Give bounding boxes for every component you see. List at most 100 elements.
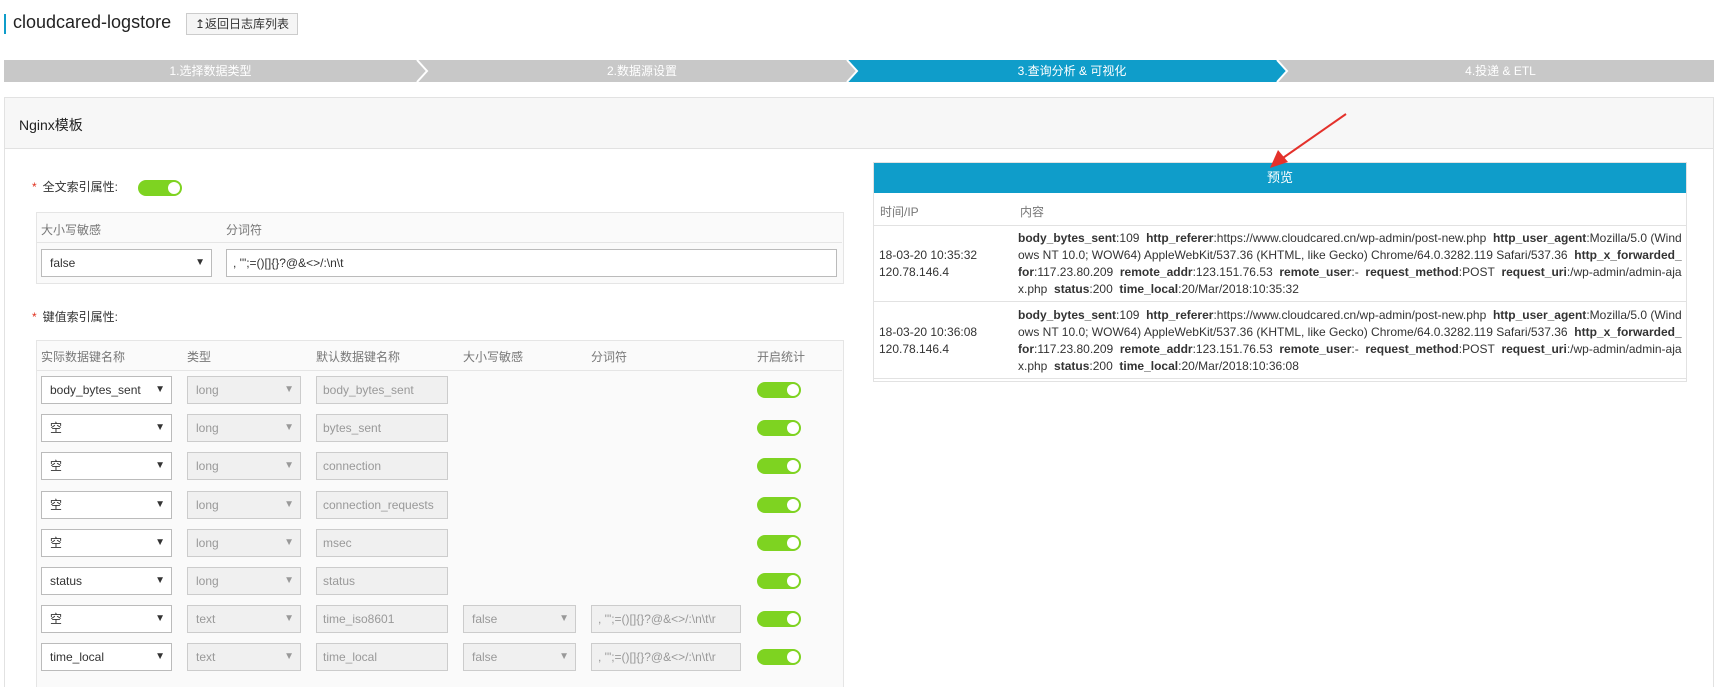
chevron-down-icon: ▼ [559,613,569,624]
col-token: 分词符 [591,350,628,364]
field-value: 123.151.76.53 [1195,265,1273,279]
fulltext-token-header: 分词符 [226,223,263,237]
field-key: body_bytes_sent [1018,308,1117,322]
chevron-down-icon: ▼ [284,613,294,624]
preview-content: body_bytes_sent:109 http_referer:https:/… [1018,308,1682,373]
row-default-key-input: bytes_sent [316,414,448,442]
row-stats-toggle[interactable] [757,649,801,665]
chevron-down-icon: ▼ [559,651,569,662]
field-value: https://www.cloudcared.cn/wp-admin/post-… [1216,231,1487,245]
chevron-down-icon: ▼ [284,384,294,395]
row-stats-toggle[interactable] [757,458,801,474]
row-default-key-input: connection [316,452,448,480]
row-type-select: text ▼ [187,643,301,671]
field-value: 109 [1119,231,1140,245]
step-1[interactable]: 1.选择数据类型 [4,60,417,82]
row-default-key-input: body_bytes_sent [316,376,448,404]
field-key: http_user_agent [1492,231,1587,245]
field-key: remote_addr [1119,342,1193,356]
preview-time-ip: 18-03-20 10:36:08 120.78.146.4 [879,325,978,356]
row-default-key-input: time_local [316,643,448,671]
row-stats-toggle[interactable] [757,420,801,436]
step-4[interactable]: 4.投递 & ETL [1287,60,1714,82]
row-type-select: text ▼ [187,605,301,633]
row-actual-key-select[interactable]: 空 ▼ [41,414,172,442]
title-accent-bar [4,14,6,34]
preview-row: 18-03-20 10:35:32 120.78.146.4 body_byte… [874,225,1686,302]
step-3[interactable]: 3.查询分析 & 可视化 [857,60,1287,82]
row-token-input: , '";=()[]{}?@&<>/:\n\t\r [591,643,741,671]
row-actual-key-select[interactable]: 空 ▼ [41,529,172,557]
chevron-down-icon: ▼ [155,613,165,624]
row-stats-toggle[interactable] [757,382,801,398]
chevron-down-icon: ▼ [155,460,165,471]
row-type-select: long ▼ [187,414,301,442]
preview-col-time: 时间/IP [880,205,919,219]
row-type-select: long ▼ [187,567,301,595]
chevron-down-icon: ▼ [155,499,165,510]
chevron-down-icon: ▼ [284,422,294,433]
field-key: request_uri [1501,342,1567,356]
top-bar: cloudcared-logstore ↥返回日志库列表 [0,0,1716,48]
row-case-select: false ▼ [463,643,576,671]
step-2[interactable]: 2.数据源设置 [427,60,857,82]
row-stats-toggle[interactable] [757,535,801,551]
field-key: http_referer [1146,231,1214,245]
row-stats-toggle[interactable] [757,497,801,513]
chevron-down-icon: ▼ [155,575,165,586]
field-value: 109 [1119,308,1140,322]
col-actual-key: 实际数据键名称 [41,350,126,364]
panel-header: Nginx模板 [5,98,1713,149]
field-key: remote_user [1279,265,1352,279]
fulltext-case-header: 大小写敏感 [41,223,102,237]
field-value: 200 [1092,359,1113,373]
fulltext-index-toggle[interactable] [138,180,182,196]
row-stats-toggle[interactable] [757,573,801,589]
preview-content: body_bytes_sent:109 http_referer:https:/… [1018,231,1682,296]
row-default-key-input: msec [316,529,448,557]
field-key: remote_user [1279,342,1352,356]
row-actual-key-select[interactable]: 空 ▼ [41,452,172,480]
fulltext-token-input[interactable]: , '";=()[]{}?@&<>/:\n\t [226,249,837,277]
row-actual-key-select[interactable]: 空 ▼ [41,605,172,633]
row-actual-key-select[interactable]: 空 ▼ [41,491,172,519]
chevron-down-icon: ▼ [155,651,165,662]
preview-time-ip: 18-03-20 10:35:32 120.78.146.4 [879,248,978,279]
preview-panel: 预览 时间/IP 内容 18-03-20 10:35:32 120.78.146… [873,162,1687,382]
logstore-title: cloudcared-logstore [13,12,172,32]
field-key: status [1054,359,1090,373]
field-value: POST [1462,265,1495,279]
preview-col-content: 内容 [1020,205,1045,219]
field-value: 123.151.76.53 [1195,342,1273,356]
col-default-key: 默认数据键名称 [316,350,401,364]
annotation-arrow-icon [1270,113,1347,168]
field-key: http_referer [1146,308,1214,322]
chevron-down-icon: ▼ [155,537,165,548]
col-type: 类型 [187,350,212,364]
chevron-down-icon: ▼ [284,460,294,471]
field-key: body_bytes_sent [1018,231,1117,245]
row-default-key-input: status [316,567,448,595]
field-value: 117.23.80.209 [1037,265,1114,279]
field-value: 117.23.80.209 [1037,342,1114,356]
field-value: 20/Mar/2018:10:35:32 [1181,282,1299,296]
col-enable-stats: 开启统计 [757,350,806,364]
field-value: - [1354,342,1359,356]
field-value: - [1354,265,1359,279]
field-value: 200 [1092,282,1113,296]
field-key: time_local [1119,359,1179,373]
fulltext-index-label: * 全文索引属性: [32,180,119,194]
chevron-down-icon: ▼ [284,537,294,548]
preview-column-header: 时间/IP 内容 [874,193,1686,226]
col-case-sensitive: 大小写敏感 [463,350,524,364]
chevron-down-icon: ▼ [284,575,294,586]
row-type-select: long ▼ [187,452,301,480]
field-key: remote_addr [1119,265,1193,279]
row-actual-key-select[interactable]: body_bytes_sent ▼ [41,376,172,404]
row-actual-key-select[interactable]: status ▼ [41,567,172,595]
fulltext-case-select[interactable]: false ▼ [41,249,212,277]
row-actual-key-select[interactable]: time_local ▼ [41,643,172,671]
panel-title: Nginx模板 [19,117,83,133]
back-to-logstore-list-button[interactable]: ↥返回日志库列表 [186,13,299,35]
row-stats-toggle[interactable] [757,611,801,627]
